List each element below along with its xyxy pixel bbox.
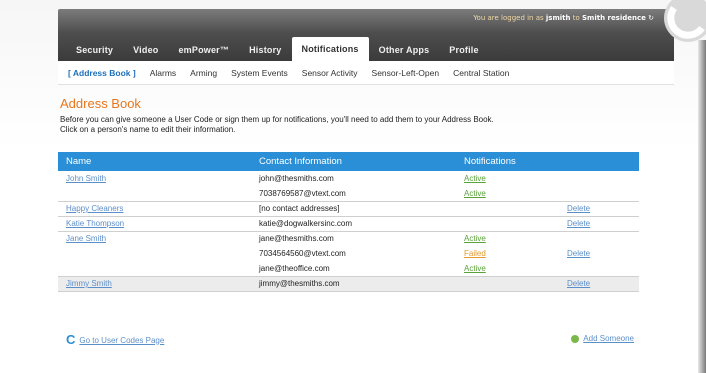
subnav-alarms[interactable]: Alarms xyxy=(150,68,176,78)
intro-line-1: Before you can give someone a User Code … xyxy=(60,115,494,124)
column-header-actions xyxy=(559,152,639,171)
add-someone-label[interactable]: Add Someone xyxy=(583,334,634,343)
tab-empower[interactable]: emPower™ xyxy=(168,39,239,61)
c-logo-icon: C xyxy=(66,332,76,347)
subnav-address-book[interactable]: [ Address Book ] xyxy=(68,68,136,78)
login-info: You are logged in as jsmith to Smith res… xyxy=(473,14,654,22)
table-footer: C Go to User Codes Page Add Someone xyxy=(58,332,639,348)
tab-notifications[interactable]: Notifications xyxy=(291,37,369,61)
back-to-user-codes[interactable]: C Go to User Codes Page xyxy=(66,332,164,347)
tab-profile[interactable]: Profile xyxy=(439,39,488,61)
contact-name-link[interactable]: Jane Smith xyxy=(66,234,106,243)
add-someone[interactable]: Add Someone xyxy=(571,334,634,343)
notification-status[interactable]: Active xyxy=(464,264,486,273)
table-row: Jane Smith jane@thesmiths.com Active xyxy=(58,231,639,246)
delete-link[interactable]: Delete xyxy=(567,279,590,288)
login-to: to xyxy=(572,14,580,22)
contact-address: [no contact addresses] xyxy=(251,201,456,217)
contact-name-link[interactable]: Happy Cleaners xyxy=(66,204,123,213)
delete-link[interactable]: Delete xyxy=(567,204,590,213)
intro-text: Before you can give someone a User Code … xyxy=(60,115,660,135)
login-username[interactable]: jsmith xyxy=(546,14,571,22)
table-row: Happy Cleaners [no contact addresses] De… xyxy=(58,201,639,217)
contact-name-link[interactable]: Katie Thompson xyxy=(66,219,124,228)
contact-address: john@thesmiths.com xyxy=(259,174,334,183)
table-row: jane@theoffice.com Active xyxy=(58,261,639,277)
contact-address: jane@theoffice.com xyxy=(251,261,456,277)
tab-video[interactable]: Video xyxy=(123,39,168,61)
contact-address: jane@thesmiths.com xyxy=(259,234,334,244)
back-to-user-codes-label[interactable]: Go to User Codes Page xyxy=(79,336,164,345)
tab-security[interactable]: Security xyxy=(66,39,123,61)
window-edge xyxy=(698,40,706,373)
table-row: Jimmy Smith jimmy@thesmiths.com Delete xyxy=(58,276,639,292)
sub-navigation: [ Address Book ] Alarms Arming System Ev… xyxy=(58,61,674,85)
contact-name-link[interactable]: John Smith xyxy=(66,174,106,183)
table-row: 7038769587@vtext.com Active xyxy=(58,186,639,202)
tab-history[interactable]: History xyxy=(239,39,291,61)
main-content: Address Book Before you can give someone… xyxy=(58,96,674,135)
main-tabs: Security Video emPower™ History Notifica… xyxy=(66,37,489,61)
intro-line-2: Click on a person's name to edit their i… xyxy=(60,125,236,134)
contact-address: jimmy@thesmiths.com xyxy=(251,276,456,292)
table-row: 7034564560@vtext.com Failed Delete xyxy=(58,246,639,261)
notification-status[interactable]: Active xyxy=(464,174,486,183)
delete-link[interactable]: Delete xyxy=(567,249,590,258)
column-header-contact: Contact Information xyxy=(251,152,456,171)
residence-name[interactable]: Smith residence xyxy=(582,14,646,22)
page-title: Address Book xyxy=(60,96,141,111)
table-header-row: Name Contact Information Notifications xyxy=(58,152,639,171)
subnav-sensor-activity[interactable]: Sensor Activity xyxy=(302,68,358,78)
notification-status[interactable]: Active xyxy=(464,189,486,198)
column-header-name: Name xyxy=(58,152,251,171)
top-navigation-bar: You are logged in as jsmith to Smith res… xyxy=(58,9,674,61)
login-prefix: You are logged in as xyxy=(473,14,544,22)
contact-address: katie@dogwalkersinc.com xyxy=(251,216,456,232)
contact-address: 7034564560@vtext.com xyxy=(259,249,346,258)
table-row: John Smith john@thesmiths.com Active xyxy=(58,171,639,186)
subnav-sensor-left-open[interactable]: Sensor-Left-Open xyxy=(372,68,440,78)
address-book-table: Name Contact Information Notifications J… xyxy=(58,152,639,292)
tab-other-apps[interactable]: Other Apps xyxy=(369,39,440,61)
notification-status[interactable]: Active xyxy=(464,234,486,243)
subnav-arming[interactable]: Arming xyxy=(190,68,217,78)
delete-link[interactable]: Delete xyxy=(567,219,590,228)
subnav-central-station[interactable]: Central Station xyxy=(453,68,509,78)
contact-address: 7038769587@vtext.com xyxy=(251,186,456,202)
notification-status[interactable]: Failed xyxy=(464,249,486,258)
brand-logo-icon xyxy=(664,0,706,42)
table-row: Katie Thompson katie@dogwalkersinc.com D… xyxy=(58,216,639,232)
plus-circle-icon xyxy=(571,334,580,343)
column-header-notifications: Notifications xyxy=(456,152,559,171)
subnav-system-events[interactable]: System Events xyxy=(231,68,288,78)
contact-name-link[interactable]: Jimmy Smith xyxy=(66,279,112,288)
